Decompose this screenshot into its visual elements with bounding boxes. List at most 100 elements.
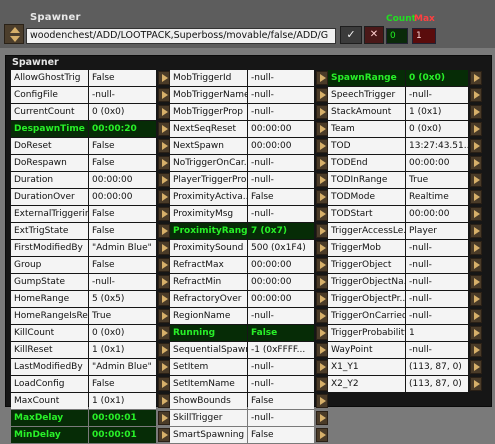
edit-arrow-icon[interactable] <box>158 360 170 374</box>
edit-arrow-icon[interactable] <box>316 326 328 340</box>
edit-arrow-icon[interactable] <box>316 207 328 221</box>
edit-arrow-icon[interactable] <box>158 207 170 221</box>
property-value: Player <box>406 223 468 239</box>
properties-panel-title: Spawner <box>12 57 59 68</box>
edit-arrow-icon[interactable] <box>316 122 328 136</box>
property-name: TODStart <box>328 206 405 222</box>
edit-arrow-icon[interactable] <box>316 190 328 204</box>
edit-arrow-icon[interactable] <box>158 122 170 136</box>
edit-arrow-icon[interactable] <box>316 241 328 255</box>
edit-arrow-icon[interactable] <box>470 71 482 85</box>
property-name: RegionName <box>170 308 247 324</box>
property-value: 00:00:20 <box>89 121 156 137</box>
spawn-entry-field[interactable]: woodenchest/ADD/LOOTPACK,Superboss/movab… <box>26 28 336 44</box>
edit-arrow-icon[interactable] <box>158 377 170 391</box>
edit-arrow-icon[interactable] <box>316 394 328 408</box>
edit-arrow-icon[interactable] <box>470 360 482 374</box>
edit-arrow-icon[interactable] <box>316 377 328 391</box>
edit-arrow-icon[interactable] <box>158 428 170 442</box>
property-value: 1 <box>406 325 468 341</box>
edit-arrow-icon[interactable] <box>158 394 170 408</box>
edit-arrow-icon[interactable] <box>316 411 328 425</box>
edit-arrow-icon[interactable] <box>158 309 170 323</box>
property-name: ProximityMsg <box>170 206 247 222</box>
edit-arrow-icon[interactable] <box>316 258 328 272</box>
edit-arrow-icon[interactable] <box>158 105 170 119</box>
edit-arrow-icon[interactable] <box>316 139 328 153</box>
scroll-down-icon[interactable] <box>10 36 20 42</box>
property-value: 00:00:01 <box>89 410 156 426</box>
property-value: 7 (0x7) <box>248 223 314 239</box>
edit-arrow-icon[interactable] <box>158 258 170 272</box>
edit-arrow-icon[interactable] <box>470 173 482 187</box>
edit-arrow-icon[interactable] <box>158 88 170 102</box>
edit-arrow-icon[interactable] <box>470 105 482 119</box>
edit-arrow-icon[interactable] <box>470 156 482 170</box>
edit-arrow-icon[interactable] <box>470 241 482 255</box>
edit-arrow-icon[interactable] <box>316 224 328 238</box>
edit-arrow-icon[interactable] <box>470 139 482 153</box>
edit-arrow-icon[interactable] <box>158 292 170 306</box>
edit-arrow-icon[interactable] <box>316 105 328 119</box>
edit-arrow-icon[interactable] <box>158 411 170 425</box>
edit-arrow-icon[interactable] <box>158 173 170 187</box>
edit-arrow-icon[interactable] <box>316 360 328 374</box>
property-value: 1 (0x1) <box>406 104 468 120</box>
property-name: MobTriggerId <box>170 70 247 86</box>
edit-arrow-icon[interactable] <box>470 377 482 391</box>
property-value: -null- <box>248 410 314 426</box>
edit-arrow-icon[interactable] <box>470 224 482 238</box>
count-label: Count <box>386 14 416 24</box>
scroll-up-icon[interactable] <box>10 27 20 33</box>
entry-scroll-buttons[interactable] <box>4 24 24 44</box>
edit-arrow-icon[interactable] <box>158 241 170 255</box>
edit-arrow-icon[interactable] <box>316 156 328 170</box>
property-name: SpeechTrigger <box>328 87 405 103</box>
edit-arrow-icon[interactable] <box>158 156 170 170</box>
edit-arrow-icon[interactable] <box>158 326 170 340</box>
property-name: RefractMax <box>170 257 247 273</box>
property-value: True <box>89 308 156 324</box>
edit-arrow-icon[interactable] <box>316 275 328 289</box>
edit-arrow-icon[interactable] <box>470 326 482 340</box>
edit-arrow-icon[interactable] <box>158 71 170 85</box>
edit-arrow-icon[interactable] <box>470 88 482 102</box>
property-value: -null- <box>248 70 314 86</box>
property-value: -null- <box>248 172 314 188</box>
edit-arrow-icon[interactable] <box>470 258 482 272</box>
edit-arrow-icon[interactable] <box>470 275 482 289</box>
edit-arrow-icon[interactable] <box>158 275 170 289</box>
edit-arrow-icon[interactable] <box>316 88 328 102</box>
property-value: -null- <box>248 104 314 120</box>
edit-arrow-icon[interactable] <box>316 343 328 357</box>
apply-entry-button[interactable]: ✓ <box>340 26 362 44</box>
properties-panel: Spawner AllowGhostTrig False ConfigFile -nu… <box>5 55 492 443</box>
edit-arrow-icon[interactable] <box>470 343 482 357</box>
cancel-entry-button[interactable]: ✕ <box>364 26 384 44</box>
property-name: CurrentCount <box>11 104 88 120</box>
edit-arrow-icon[interactable] <box>316 71 328 85</box>
property-value: -1 (0xFFFF... <box>248 342 314 358</box>
max-label: Max <box>414 14 435 24</box>
edit-arrow-icon[interactable] <box>158 139 170 153</box>
property-value: 0 (0x0) <box>406 70 468 86</box>
edit-arrow-icon[interactable] <box>470 190 482 204</box>
property-value: -null- <box>248 87 314 103</box>
edit-arrow-icon[interactable] <box>470 309 482 323</box>
edit-arrow-icon[interactable] <box>316 292 328 306</box>
edit-arrow-icon[interactable] <box>316 428 328 442</box>
property-name: Group <box>11 257 88 273</box>
edit-arrow-icon[interactable] <box>316 173 328 187</box>
edit-arrow-icon[interactable] <box>470 122 482 136</box>
property-value: -null- <box>248 359 314 375</box>
property-value: 500 (0x1F4) <box>248 240 314 256</box>
edit-arrow-icon[interactable] <box>158 224 170 238</box>
property-name: MobTriggerName <box>170 87 247 103</box>
edit-arrow-icon[interactable] <box>158 343 170 357</box>
property-value: 13:27:43.51... <box>406 138 468 154</box>
edit-arrow-icon[interactable] <box>470 292 482 306</box>
property-value: False <box>248 393 314 409</box>
edit-arrow-icon[interactable] <box>316 309 328 323</box>
edit-arrow-icon[interactable] <box>158 190 170 204</box>
edit-arrow-icon[interactable] <box>470 207 482 221</box>
